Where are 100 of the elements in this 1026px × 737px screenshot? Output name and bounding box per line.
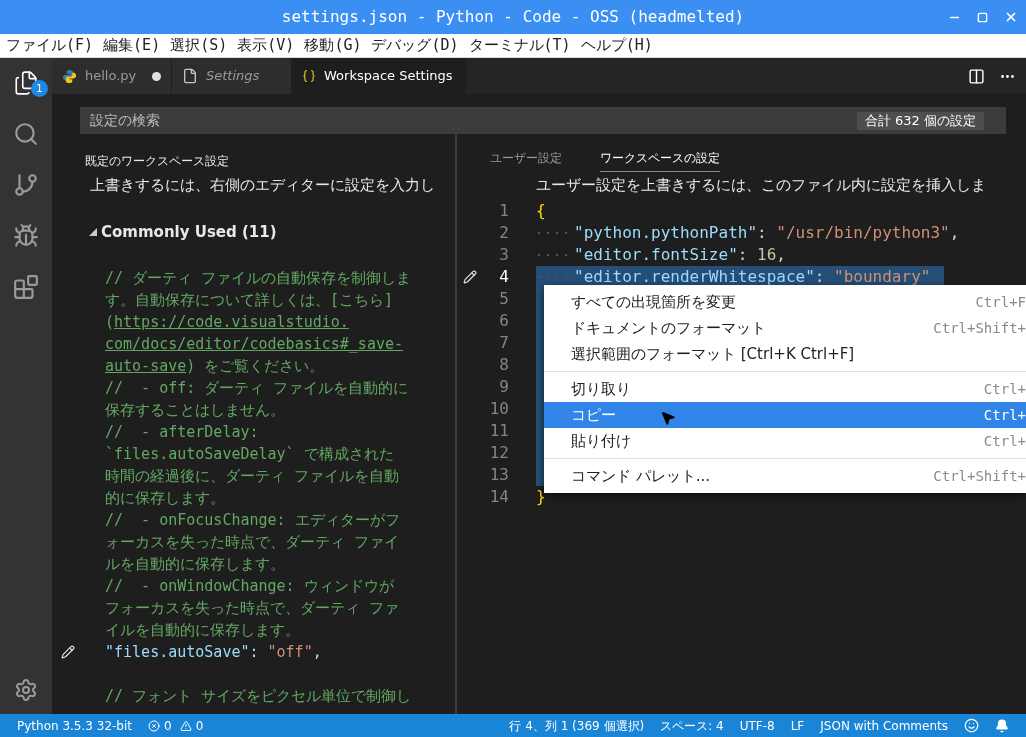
shortcut: Ctrl+Shift+: [933, 318, 1026, 338]
code-token: (: [105, 313, 115, 331]
close-icon[interactable]: [1004, 10, 1018, 24]
code-token: "boundary": [834, 265, 931, 288]
maximize-icon[interactable]: [977, 11, 988, 23]
smiley-icon[interactable]: [964, 718, 979, 733]
code-token: "python.pythonPath": [574, 221, 758, 244]
code-token: // - afterDelay:: [105, 423, 259, 441]
pane-note: 上書きするには、右側のエディターに設定を入力し: [90, 175, 435, 196]
editor-tab[interactable]: Settings: [172, 58, 292, 94]
error-icon[interactable]: [148, 719, 160, 732]
menu-item[interactable]: ファイル(F): [6, 34, 94, 57]
code-token: イルを自動的に保存します。: [105, 621, 300, 639]
settings-tab[interactable]: ユーザー設定: [490, 149, 562, 172]
line-number: 9: [498, 375, 509, 398]
bell-icon[interactable]: [995, 718, 1009, 733]
menu-item[interactable]: ヘルプ(H): [580, 34, 653, 57]
menu-item[interactable]: 切り取り Ctrl+: [544, 376, 1026, 402]
shortcut: Ctrl+Shift+: [933, 466, 1026, 486]
line-number: 2: [498, 221, 509, 244]
code-token: ,: [776, 243, 786, 266]
line-number: 1: [498, 199, 509, 222]
code-token: // フォント サイズをピクセル単位で制御し: [105, 687, 412, 705]
code-token: // - onFocusChange: エディターがフ: [105, 511, 400, 529]
shortcut: Ctrl+: [983, 431, 1026, 451]
bug-icon[interactable]: [13, 223, 39, 249]
tab-label: hello.py: [85, 67, 137, 86]
code-token: :: [737, 243, 748, 266]
line-number: 14: [488, 485, 509, 508]
editor-tab[interactable]: Workspace Settings: [292, 58, 466, 94]
branch-icon[interactable]: [13, 172, 39, 198]
line-number: 3: [498, 243, 509, 266]
code-token: `files.autoSaveDelay` で構成された: [105, 445, 394, 463]
pencil-icon[interactable]: [463, 269, 477, 284]
menu-item[interactable]: 表示(V): [237, 34, 295, 57]
code-token: す。自動保存について詳しくは、[こちら]: [105, 291, 394, 309]
blocks-icon[interactable]: [13, 274, 39, 300]
error-count[interactable]: 0: [164, 716, 172, 735]
link[interactable]: auto-save: [105, 357, 187, 375]
line-number: 7: [498, 331, 509, 354]
code-token: ,: [949, 221, 960, 244]
cursor-position[interactable]: 行 4、列 1 (369 個選択): [509, 716, 645, 735]
search-field[interactable]: 設定の検索 合計 632 個の設定: [80, 107, 1006, 134]
menu-item[interactable]: コマンド パレット... Ctrl+Shift+: [544, 463, 1026, 489]
settings-icon[interactable]: [14, 678, 38, 702]
shortcut: Ctrl+F: [975, 292, 1026, 312]
line-number: 10: [488, 397, 509, 420]
menu-item[interactable]: デバッグ(D): [371, 34, 459, 57]
file-icon: [182, 68, 198, 84]
menu-item[interactable]: 編集(E): [103, 34, 161, 57]
encoding-status[interactable]: UTF-8: [739, 716, 775, 735]
line-number: 4: [498, 265, 509, 288]
language-status[interactable]: JSON with Comments: [820, 716, 948, 735]
pane-note: ユーザー設定を上書きするには、このファイル内に設定を挿入しま: [536, 175, 986, 196]
line-number: 12: [488, 441, 509, 464]
link[interactable]: https://code.visualstudio.: [114, 313, 349, 331]
braces-icon: [302, 69, 316, 83]
python-icon: [62, 68, 77, 84]
code-token: フォーカスを失った時点で、ダーティ ファ: [105, 599, 400, 617]
menu-item[interactable]: コピー Ctrl+: [544, 402, 1026, 428]
menu-item[interactable]: 選択範囲のフォーマット [Ctrl+K Ctrl+F]: [544, 341, 1026, 367]
code-token: {: [536, 199, 546, 222]
code-token: :: [757, 221, 767, 244]
pencil-icon[interactable]: [61, 645, 75, 659]
warning-count[interactable]: 0: [195, 716, 204, 735]
indentation-status[interactable]: スペース: 4: [660, 716, 724, 735]
code-token: // ダーティ ファイルの自動保存を制御しま: [105, 269, 412, 287]
code-token: "/usr/bin/python3": [776, 221, 950, 244]
menu-item[interactable]: 選択(S): [170, 34, 228, 57]
mouse-cursor-icon: [660, 410, 676, 426]
menu-item[interactable]: ターミナル(T): [468, 34, 571, 57]
settings-tab[interactable]: ワークスペースの設定: [600, 149, 720, 172]
line-number: 13: [488, 463, 509, 486]
pane-header: 既定のワークスペース設定: [85, 153, 229, 170]
code-token: :: [814, 265, 825, 288]
window-title: settings.json - Python - Code - OSS (headmelted): [281, 6, 745, 28]
code-token: 時間の経過後に、ダーティ ファイルを自動: [105, 467, 400, 485]
warning-icon[interactable]: [179, 719, 192, 732]
tab-label: Settings: [206, 67, 260, 86]
split-editor-icon[interactable]: [968, 67, 985, 85]
menu-item[interactable]: 移動(G): [304, 34, 362, 57]
search-icon[interactable]: [13, 121, 39, 147]
code-token: ) をご覧ください。: [186, 357, 325, 375]
interpreter-status[interactable]: Python 3.5.3 32-bit: [17, 716, 132, 735]
line-ending-status[interactable]: LF: [790, 716, 805, 735]
code-token: ルを自動的に保存します。: [105, 555, 285, 573]
code-token: 16: [757, 243, 777, 266]
menu-item[interactable]: 貼り付け Ctrl+: [544, 428, 1026, 454]
editor-tab[interactable]: hello.py: [52, 58, 172, 94]
code-token: 的に保存します。: [105, 489, 225, 507]
menu-item[interactable]: すべての出現箇所を変更 Ctrl+F: [544, 289, 1026, 315]
group-header[interactable]: Commonly Used (11): [89, 220, 277, 243]
menu-item[interactable]: ドキュメントのフォーマット Ctrl+Shift+: [544, 315, 1026, 341]
search-input[interactable]: 設定の検索: [90, 110, 857, 131]
link[interactable]: com/docs/editor/codebasics#_save-: [105, 335, 403, 353]
files-icon[interactable]: [13, 70, 39, 96]
notification-badge: 1: [31, 80, 48, 97]
code-token: "editor.renderWhitespace": [574, 265, 815, 288]
code-token: :: [249, 643, 259, 661]
expand-icon: [89, 227, 97, 236]
